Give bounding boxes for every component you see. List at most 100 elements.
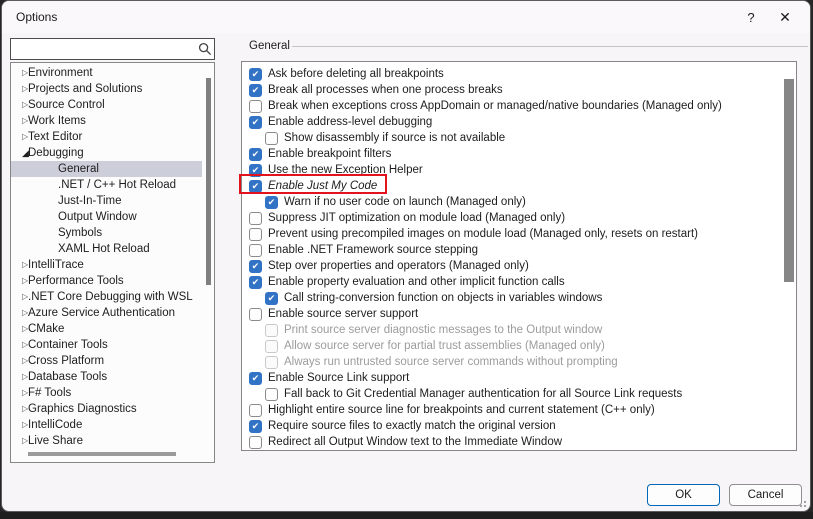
tree-vertical-scrollbar-thumb[interactable] [206,78,211,285]
option-enable-address-level-debugging[interactable]: Enable address-level debugging [242,114,782,130]
tree-item-text-editor[interactable]: ▷Text Editor [11,129,202,145]
options-vertical-scrollbar-thumb[interactable] [784,79,794,282]
expand-icon[interactable]: ▷ [11,257,26,273]
tree-item-net-c-hot-reload[interactable]: .NET / C++ Hot Reload [11,177,202,193]
expand-icon[interactable]: ▷ [11,273,26,289]
unchecked-checkbox-icon[interactable] [249,228,262,241]
tree-item-source-control[interactable]: ▷Source Control [11,97,202,113]
option-use-the-new-exception-helper[interactable]: Use the new Exception Helper [242,162,782,178]
checked-checkbox-icon[interactable] [249,372,262,385]
expand-icon[interactable]: ▷ [11,305,26,321]
option-call-string-conversion-function-on-objects-in-variables-windows[interactable]: Call string-conversion function on objec… [242,290,782,306]
checked-checkbox-icon[interactable] [249,276,262,289]
expand-icon[interactable]: ▷ [11,113,26,129]
tree-item-debugging[interactable]: ◢Debugging [11,145,202,161]
tree-item-azure-service-authentication[interactable]: ▷Azure Service Authentication [11,305,202,321]
tree-item-just-in-time[interactable]: Just-In-Time [11,193,202,209]
checked-checkbox-icon[interactable] [249,164,262,177]
close-icon[interactable]: ✕ [768,3,802,31]
unchecked-checkbox-icon[interactable] [265,132,278,145]
tree-horizontal-scrollbar-thumb[interactable] [28,452,176,456]
option-ask-before-deleting-all-breakpoints[interactable]: Ask before deleting all breakpoints [242,66,782,82]
option-enable-property-evaluation-and-other-implicit-function-calls[interactable]: Enable property evaluation and other imp… [242,274,782,290]
checked-checkbox-icon[interactable] [249,148,262,161]
checked-checkbox-icon[interactable] [265,292,278,305]
expand-icon[interactable]: ▷ [11,97,26,113]
tree-item-cmake[interactable]: ▷CMake [11,321,202,337]
unchecked-checkbox-icon[interactable] [249,244,262,257]
expand-icon[interactable]: ▷ [11,129,26,145]
option-prevent-using-precompiled-images-on-module-load-managed-only-resets-on-restart[interactable]: Prevent using precompiled images on modu… [242,226,782,242]
tree-item-label: IntelliCode [26,419,82,431]
unchecked-checkbox-icon[interactable] [265,388,278,401]
tree-item-intellicode[interactable]: ▷IntelliCode [11,417,202,433]
expand-icon[interactable]: ▷ [11,321,26,337]
tree-item-output-window[interactable]: Output Window [11,209,202,225]
expand-icon[interactable]: ▷ [11,385,26,401]
tree-item-environment[interactable]: ▷Environment [11,65,202,81]
expand-icon[interactable]: ▷ [11,65,26,81]
ok-button[interactable]: OK [647,484,720,506]
tree-item-work-items[interactable]: ▷Work Items [11,113,202,129]
option-allow-source-server-for-partial-trust-assemblies-managed-only[interactable]: Allow source server for partial trust as… [242,338,782,354]
expand-icon[interactable]: ▷ [11,81,26,97]
expand-icon[interactable]: ▷ [11,417,26,433]
expand-icon[interactable]: ▷ [11,353,26,369]
search-icon[interactable] [196,42,214,56]
unchecked-checkbox-icon[interactable] [249,404,262,417]
option-redirect-all-output-window-text-to-the-immediate-window[interactable]: Redirect all Output Window text to the I… [242,434,782,450]
unchecked-checkbox-icon[interactable] [249,308,262,321]
option-enable-breakpoint-filters[interactable]: Enable breakpoint filters [242,146,782,162]
search-input[interactable] [11,40,196,58]
option-show-disassembly-if-source-is-not-available[interactable]: Show disassembly if source is not availa… [242,130,782,146]
unchecked-checkbox-icon[interactable] [249,100,262,113]
checked-checkbox-icon[interactable] [249,84,262,97]
option-step-over-properties-and-operators-managed-only[interactable]: Step over properties and operators (Mana… [242,258,782,274]
tree-item-xaml-hot-reload[interactable]: XAML Hot Reload [11,241,202,257]
tree-item-cross-platform[interactable]: ▷Cross Platform [11,353,202,369]
tree-item-net-core-debugging-with-wsl[interactable]: ▷.NET Core Debugging with WSL [11,289,202,305]
collapse-icon[interactable]: ◢ [11,145,26,161]
expand-icon[interactable]: ▷ [11,289,26,305]
option-break-when-exceptions-cross-appdomain-or-managed-native-boundaries-managed-only[interactable]: Break when exceptions cross AppDomain or… [242,98,782,114]
option-fall-back-to-git-credential-manager-authentication-for-all-source-link-requests[interactable]: Fall back to Git Credential Manager auth… [242,386,782,402]
checked-checkbox-icon[interactable] [249,420,262,433]
category-tree: ▷Environment▷Projects and Solutions▷Sour… [10,62,215,463]
cancel-button[interactable]: Cancel [729,484,802,506]
expand-icon[interactable]: ▷ [11,337,26,353]
option-break-all-processes-when-one-process-breaks[interactable]: Break all processes when one process bre… [242,82,782,98]
checked-checkbox-icon[interactable] [249,260,262,273]
tree-item-intellitrace[interactable]: ▷IntelliTrace [11,257,202,273]
tree-item-symbols[interactable]: Symbols [11,225,202,241]
tree-item-live-share[interactable]: ▷Live Share [11,433,202,449]
option-suppress-jit-optimization-on-module-load-managed-only[interactable]: Suppress JIT optimization on module load… [242,210,782,226]
checked-checkbox-icon[interactable] [265,196,278,209]
unchecked-checkbox-icon[interactable] [249,436,262,449]
tree-item-container-tools[interactable]: ▷Container Tools [11,337,202,353]
tree-item-projects-and-solutions[interactable]: ▷Projects and Solutions [11,81,202,97]
tree-item-graphics-diagnostics[interactable]: ▷Graphics Diagnostics [11,401,202,417]
option-enable-just-my-code[interactable]: Enable Just My Code [242,178,782,194]
option-require-source-files-to-exactly-match-the-original-version[interactable]: Require source files to exactly match th… [242,418,782,434]
expand-icon[interactable]: ▷ [11,369,26,385]
expand-icon[interactable]: ▷ [11,401,26,417]
option-highlight-entire-source-line-for-breakpoints-and-current-statement-c-only[interactable]: Highlight entire source line for breakpo… [242,402,782,418]
option-enable-net-framework-source-stepping[interactable]: Enable .NET Framework source stepping [242,242,782,258]
tree-item-general[interactable]: General [11,161,202,177]
checked-checkbox-icon[interactable] [249,116,262,129]
option-enable-source-server-support[interactable]: Enable source server support [242,306,782,322]
expand-icon[interactable]: ▷ [11,433,26,449]
option-show-raw-structure-of-objects-in-variables-windows[interactable]: Show raw structure of objects in variabl… [242,450,782,451]
resize-grip[interactable] [796,497,806,507]
unchecked-checkbox-icon[interactable] [249,212,262,225]
checked-checkbox-icon[interactable] [249,68,262,81]
checked-checkbox-icon[interactable] [249,180,262,193]
option-print-source-server-diagnostic-messages-to-the-output-window[interactable]: Print source server diagnostic messages … [242,322,782,338]
tree-item-database-tools[interactable]: ▷Database Tools [11,369,202,385]
option-always-run-untrusted-source-server-commands-without-prompting[interactable]: Always run untrusted source server comma… [242,354,782,370]
tree-item-performance-tools[interactable]: ▷Performance Tools [11,273,202,289]
option-warn-if-no-user-code-on-launch-managed-only[interactable]: Warn if no user code on launch (Managed … [242,194,782,210]
option-enable-source-link-support[interactable]: Enable Source Link support [242,370,782,386]
tree-item-f-tools[interactable]: ▷F# Tools [11,385,202,401]
help-icon[interactable]: ? [734,3,768,31]
